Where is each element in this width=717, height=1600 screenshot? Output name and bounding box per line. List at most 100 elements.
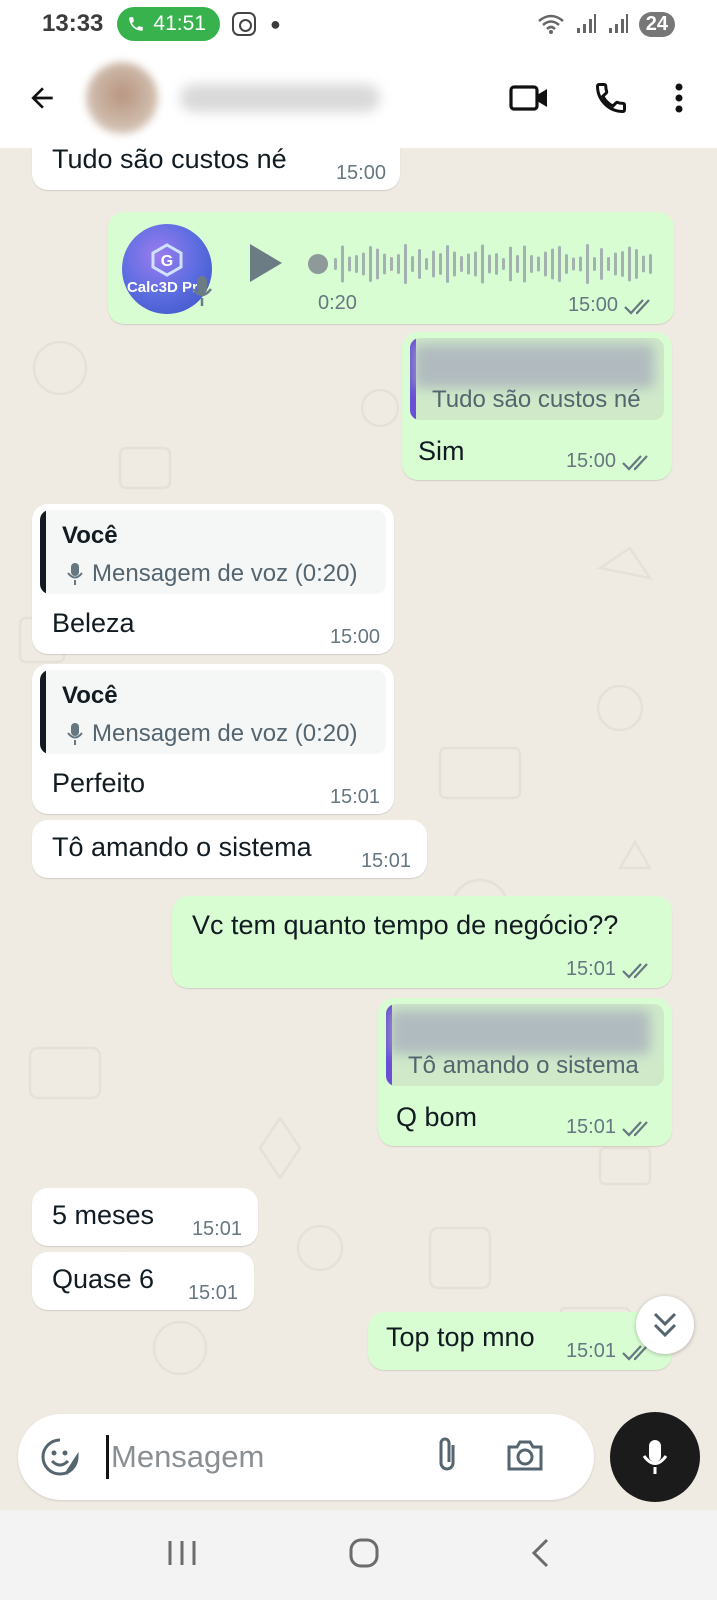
waveform-bar <box>404 244 407 284</box>
waveform-bar <box>586 244 589 284</box>
chat-area[interactable]: Tudo são custos né 15:00 G Calc3D Pro 0:… <box>0 148 717 1510</box>
back-button[interactable] <box>22 78 62 118</box>
sticker-button[interactable] <box>38 1435 82 1479</box>
play-icon <box>250 244 282 282</box>
voice-waveform[interactable] <box>334 240 658 288</box>
quote-author-redacted <box>390 1010 650 1054</box>
play-button[interactable] <box>248 242 284 291</box>
paperclip-icon <box>439 1437 455 1470</box>
waveform-bar <box>537 256 540 272</box>
message-text: Tô amando o sistema <box>52 832 312 862</box>
quote-text: Mensagem de voz (0:20) <box>92 720 358 747</box>
waveform-bar <box>425 258 428 270</box>
message-input[interactable] <box>111 1439 411 1475</box>
message-bubble-incoming[interactable]: Tô amando o sistema 15:01 <box>32 820 427 878</box>
message-time: 15:01 <box>360 850 411 872</box>
waveform-bar <box>362 252 365 276</box>
waveform-bar <box>488 254 491 274</box>
message-bubble-incoming[interactable]: Tudo são custos né 15:00 <box>32 148 400 190</box>
read-ticks-icon <box>624 299 650 315</box>
voice-message-bubble[interactable]: G Calc3D Pro 0:20 15:00 <box>108 212 674 324</box>
message-bubble-incoming[interactable]: Você Mensagem de voz (0:20) Perfeito 15:… <box>32 664 394 814</box>
calc3d-logo-icon: G <box>151 242 183 277</box>
signal-icon-2 <box>608 14 628 33</box>
message-time: 15:00 <box>567 294 618 316</box>
back-nav-button[interactable] <box>529 1537 553 1574</box>
message-time: 15:01 <box>565 1116 616 1138</box>
signal-icon <box>576 14 596 33</box>
attach-button[interactable] <box>433 1435 463 1480</box>
message-text: Top top mno <box>386 1322 535 1352</box>
waveform-bar <box>579 256 582 272</box>
instagram-icon <box>231 12 256 36</box>
waveform-bar <box>467 253 470 275</box>
message-time: 15:01 <box>565 958 616 980</box>
waveform-bar <box>502 258 505 270</box>
voice-call-button[interactable] <box>593 80 629 116</box>
waveform-bar <box>369 246 372 282</box>
contact-name[interactable] <box>180 84 380 112</box>
waveform-bar <box>642 255 645 273</box>
waveform-bar <box>628 246 631 282</box>
message-text: Q bom <box>396 1102 478 1132</box>
waveform-bar <box>474 251 477 277</box>
waveform-bar <box>621 251 624 277</box>
video-call-icon <box>509 85 547 111</box>
quoted-message[interactable]: Você Mensagem de voz (0:20) <box>40 670 386 754</box>
message-bubble-outgoing[interactable]: Tudo são custos né Sim 15:00 <box>402 332 672 480</box>
message-text: Vc tem quanto tempo de negócio?? <box>192 910 619 940</box>
message-bubble-outgoing[interactable]: Tô amando o sistema Q bom 15:01 <box>378 998 672 1146</box>
contact-avatar[interactable] <box>86 62 158 134</box>
waveform-bar <box>432 250 435 278</box>
message-bubble-incoming[interactable]: Você Mensagem de voz (0:20) Beleza 15:00 <box>32 504 394 654</box>
quote-bar <box>40 510 46 594</box>
waveform-bar <box>411 256 414 272</box>
message-text: Quase 6 <box>52 1264 155 1294</box>
quote-text: Mensagem de voz (0:20) <box>92 560 358 587</box>
waveform-bar <box>348 256 351 272</box>
quoted-message[interactable]: Tô amando o sistema <box>386 1004 664 1086</box>
quoted-message[interactable]: Tudo são custos né <box>410 338 664 420</box>
home-button[interactable] <box>348 1537 380 1574</box>
mic-icon <box>192 276 212 306</box>
quote-author-redacted <box>414 344 654 388</box>
message-bubble-incoming[interactable]: 5 meses 15:01 <box>32 1188 258 1246</box>
voice-duration: 0:20 <box>318 292 357 314</box>
waveform-bar <box>495 253 498 275</box>
text-cursor <box>106 1435 109 1479</box>
message-bubble-incoming[interactable]: Quase 6 15:01 <box>32 1252 254 1310</box>
message-time: 15:01 <box>187 1282 238 1304</box>
message-time: 15:00 <box>565 450 616 472</box>
waveform-bar <box>453 251 456 277</box>
wifi-icon <box>537 14 564 34</box>
waveform-bar <box>446 245 449 283</box>
status-time: 13:33 <box>42 10 104 37</box>
waveform-bar <box>523 245 526 283</box>
message-bubble-outgoing[interactable]: Vc tem quanto tempo de negócio?? 15:01 <box>172 896 672 988</box>
recent-apps-button[interactable] <box>165 1538 199 1573</box>
ongoing-call-pill[interactable]: 41:51 <box>117 7 220 41</box>
scroll-to-bottom-button[interactable] <box>636 1296 694 1354</box>
message-time: 15:01 <box>191 1218 242 1240</box>
voice-record-button[interactable] <box>610 1412 700 1502</box>
more-options-button[interactable] <box>673 82 685 114</box>
waveform-bar <box>439 253 442 275</box>
waveform-bar <box>383 253 386 275</box>
voice-seek-handle[interactable] <box>308 254 328 274</box>
message-text: Tudo são custos né <box>52 148 287 174</box>
quoted-message[interactable]: Você Mensagem de voz (0:20) <box>40 510 386 594</box>
video-call-button[interactable] <box>509 83 549 113</box>
waveform-bar <box>572 257 575 271</box>
chat-header <box>0 48 717 148</box>
waveform-bar <box>481 244 484 284</box>
phone-icon <box>595 83 626 114</box>
waveform-bar <box>614 252 617 276</box>
waveform-bar <box>607 257 610 271</box>
notification-dot-icon: ● <box>269 13 281 34</box>
home-icon <box>349 1538 378 1567</box>
waveform-bar <box>355 255 358 273</box>
message-bubble-outgoing[interactable]: Top top mno 15:01 <box>368 1312 672 1370</box>
call-duration: 41:51 <box>153 12 206 35</box>
waveform-bar <box>544 251 547 277</box>
camera-button[interactable] <box>505 1437 545 1478</box>
